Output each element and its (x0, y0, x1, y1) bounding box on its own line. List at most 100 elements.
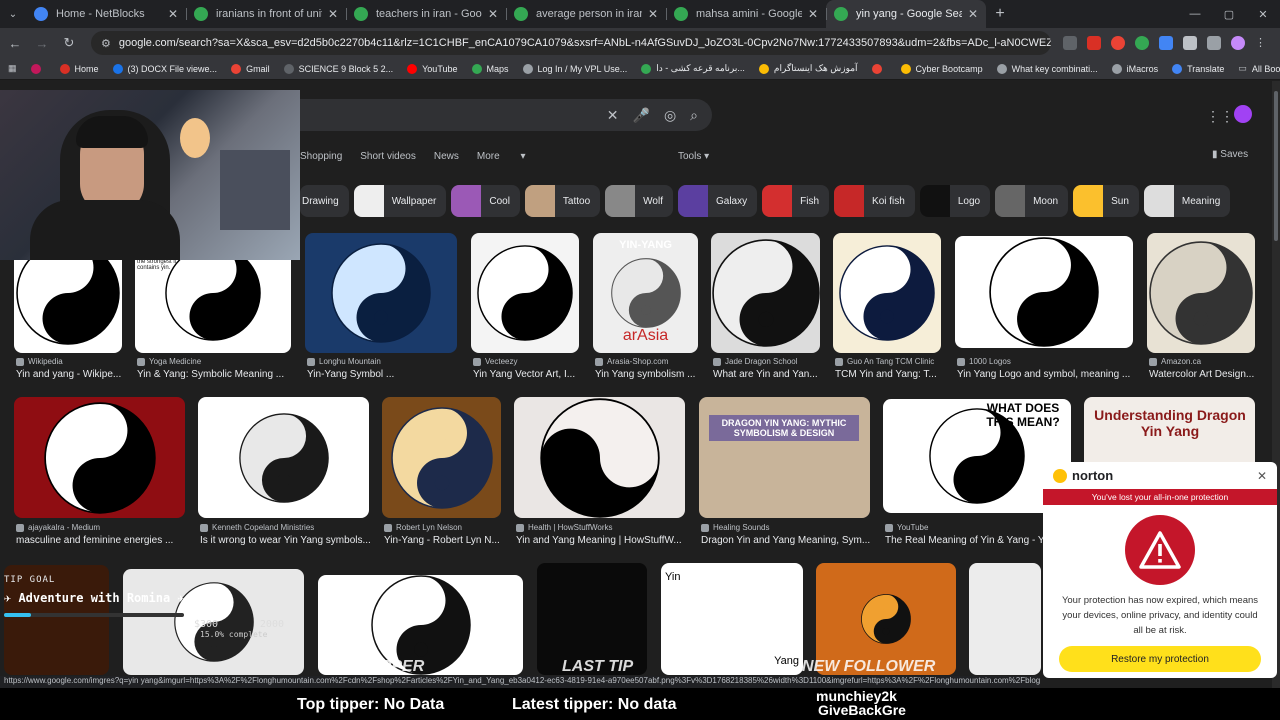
image-caption[interactable]: What are Yin and Yan... (713, 369, 818, 380)
image-caption[interactable]: Yin-Yang Symbol ... (307, 369, 394, 380)
refinement-chip[interactable]: Cool (451, 185, 520, 217)
bookmark-item[interactable]: Translate (1172, 63, 1224, 74)
lens-icon[interactable]: ◎ (664, 107, 676, 124)
bookmark-item[interactable]: What key combinati... (996, 63, 1098, 74)
image-caption[interactable]: Yin & Yang: Symbolic Meaning ... (137, 369, 284, 380)
image-source[interactable]: Health | HowStuffWorks (516, 523, 612, 532)
image-caption[interactable]: Yin Yang Logo and symbol, meaning ... (957, 369, 1130, 380)
image-result-thumbnail[interactable] (514, 397, 685, 518)
refinement-chip[interactable]: Koi fish (834, 185, 915, 217)
image-caption[interactable]: Yin and yang - Wikipe... (16, 369, 121, 380)
image-result-thumbnail[interactable] (955, 236, 1133, 348)
forward-icon[interactable]: → (30, 36, 54, 51)
all-bookmarks-button[interactable]: ▭ All Bookmarks (1238, 63, 1280, 74)
bookmark-item[interactable]: iMacros (1111, 63, 1158, 74)
browser-tab[interactable]: Home - NetBlocks ✕ (26, 0, 186, 28)
image-result-thumbnail[interactable]: DRAGON YIN YANG: MYTHIC SYMBOLISM & DESI… (699, 397, 870, 518)
reload-icon[interactable]: ↻ (57, 35, 81, 51)
voice-search-icon[interactable]: 🎤 (633, 107, 650, 124)
refinement-chip[interactable]: Moon (995, 185, 1069, 217)
google-apps-icon[interactable]: ⋮⋮ (1206, 108, 1234, 125)
image-caption[interactable]: The Real Meaning of Yin & Yang - Yo... (885, 535, 1058, 546)
menu-icon[interactable]: ⋮ (1255, 36, 1269, 50)
image-result-thumbnail[interactable] (969, 563, 1041, 675)
bookmark-item[interactable]: Cyber Bootcamp (900, 63, 983, 74)
new-tab-button[interactable]: + (986, 5, 1014, 23)
extension-icon[interactable] (1087, 36, 1101, 50)
minimize-icon[interactable]: — (1178, 0, 1212, 28)
close-window-icon[interactable]: ✕ (1246, 0, 1280, 28)
image-source[interactable]: Robert Lyn Nelson (384, 523, 462, 532)
image-source[interactable]: Healing Sounds (701, 523, 769, 532)
refinement-chip[interactable]: Galaxy (678, 185, 758, 217)
tools-button[interactable]: Tools ▾ (678, 151, 709, 162)
bookmark-item[interactable]: YouTube (407, 63, 458, 74)
image-caption[interactable]: Yin-Yang - Robert Lyn N... (384, 535, 500, 546)
filter-short-videos[interactable]: Short videos (360, 151, 416, 162)
bookmark-item[interactable]: برنامه قرعه کشی - دا... (641, 63, 745, 74)
tab-search-button[interactable]: ⌄ (0, 0, 26, 28)
image-result-thumbnail[interactable] (382, 397, 501, 518)
image-caption[interactable]: Dragon Yin and Yang Meaning, Sym... (701, 535, 870, 546)
search-box[interactable]: ✕ 🎤 ◎ ⌕ (280, 99, 712, 131)
bookmark-item[interactable]: Gmail (231, 63, 270, 74)
filter-shopping[interactable]: Shopping (300, 151, 342, 162)
bookmark-item[interactable] (30, 63, 46, 74)
image-result-thumbnail[interactable] (14, 397, 185, 518)
browser-tab[interactable]: average person in iran - Google ✕ (506, 0, 666, 28)
bookmark-item[interactable]: SCIENCE 9 Block 5 2... (283, 63, 393, 74)
bookmark-item[interactable]: Home (59, 63, 99, 74)
image-caption[interactable]: Yin Yang symbolism ... (595, 369, 695, 380)
saves-button[interactable]: ▮ Saves (1212, 149, 1248, 160)
refinement-chip[interactable]: Sun (1073, 185, 1139, 217)
image-source[interactable]: ajayakalra - Medium (16, 523, 100, 532)
image-result-thumbnail[interactable] (471, 233, 579, 353)
browser-tab[interactable]: yin yang - Google Search ✕ (826, 0, 986, 28)
image-caption[interactable]: Is it wrong to wear Yin Yang symbols... (200, 535, 371, 546)
extension-icon[interactable] (1159, 36, 1173, 50)
browser-tab[interactable]: iranians in front of united states ✕ (186, 0, 346, 28)
image-source[interactable]: Yoga Medicine (137, 357, 201, 366)
image-source[interactable]: 1000 Logos (957, 357, 1011, 366)
tab-close-icon[interactable]: ✕ (808, 7, 818, 21)
image-result-thumbnail[interactable] (198, 397, 369, 518)
restore-protection-button[interactable]: Restore my protection (1059, 646, 1261, 672)
filter-more[interactable]: More ▾ (477, 151, 526, 162)
image-source[interactable]: Vecteezy (473, 357, 517, 366)
browser-tab[interactable]: mahsa amini - Google Search ✕ (666, 0, 826, 28)
image-result-thumbnail[interactable] (305, 233, 457, 353)
tab-close-icon[interactable]: ✕ (488, 7, 498, 21)
image-caption[interactable]: Yin and Yang Meaning | HowStuffW... (516, 535, 682, 546)
extension-icon[interactable] (1111, 36, 1125, 50)
bookmark-item[interactable]: Log In / My VPL Use... (522, 63, 627, 74)
tab-close-icon[interactable]: ✕ (648, 7, 658, 21)
avatar[interactable] (1234, 105, 1252, 123)
browser-tab[interactable]: teachers in iran - Google Search ✕ (346, 0, 506, 28)
image-result-thumbnail[interactable] (1147, 233, 1255, 353)
image-source[interactable]: Wikipedia (16, 357, 63, 366)
refinement-chip[interactable]: Meaning (1143, 185, 1231, 217)
image-source[interactable]: Jade Dragon School (713, 357, 798, 366)
apps-icon[interactable]: ▦ (8, 63, 17, 74)
refinement-chip[interactable]: Logo (919, 185, 991, 217)
tab-close-icon[interactable]: ✕ (968, 7, 978, 21)
refinement-chip[interactable]: Drawing (300, 185, 349, 217)
filter-news[interactable]: News (434, 151, 459, 162)
address-bar[interactable]: ⚙ google.com/search?sa=X&sca_esv=d2d5b0c… (91, 31, 1051, 55)
image-result-thumbnail[interactable]: YIN-YANG arAsia (593, 233, 698, 353)
image-result-thumbnail[interactable]: Yin Yang (661, 563, 803, 675)
refinement-chip[interactable]: Wolf (605, 185, 673, 217)
profile-icon[interactable] (1231, 36, 1245, 50)
image-result-thumbnail[interactable] (711, 233, 820, 353)
image-source[interactable]: YouTube (885, 523, 928, 532)
bookmark-item[interactable] (871, 63, 887, 74)
tab-close-icon[interactable]: ✕ (328, 7, 338, 21)
refinement-chip[interactable]: Wallpaper (353, 185, 447, 217)
media-icon[interactable] (1207, 36, 1221, 50)
extension-icon[interactable] (1063, 36, 1077, 50)
back-icon[interactable]: ← (3, 36, 27, 51)
refinement-chip[interactable]: Tattoo (524, 185, 601, 217)
refinement-chip[interactable]: Fish (762, 185, 830, 217)
puzzle-icon[interactable] (1183, 36, 1197, 50)
image-source[interactable]: Kenneth Copeland Ministries (200, 523, 314, 532)
